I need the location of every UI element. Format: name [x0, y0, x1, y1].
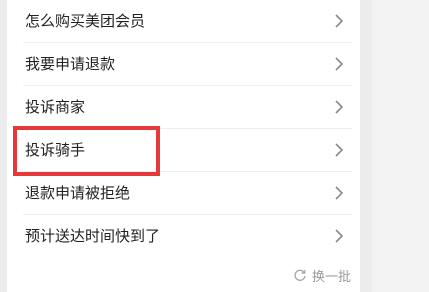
- faq-item-delivery-time-soon[interactable]: 预计送达时间快到了: [7, 215, 360, 258]
- chevron-right-icon: [335, 57, 344, 71]
- faq-item-label: 预计送达时间快到了: [25, 227, 161, 245]
- chevron-right-icon: [335, 186, 344, 200]
- faq-item-label: 投诉商家: [25, 98, 86, 116]
- chevron-right-icon: [335, 100, 344, 114]
- chevron-right-icon: [335, 143, 344, 157]
- refresh-button[interactable]: 换一批: [293, 265, 351, 285]
- faq-item-label: 我要申请退款: [25, 55, 116, 73]
- faq-item-request-refund[interactable]: 我要申请退款: [7, 43, 360, 86]
- faq-item-label: 怎么购买美团会员: [25, 12, 146, 30]
- faq-item-buy-membership[interactable]: 怎么购买美团会员: [7, 0, 360, 43]
- chevron-right-icon: [335, 14, 344, 28]
- faq-item-label: 投诉骑手: [25, 141, 86, 159]
- right-background-strip: [372, 0, 429, 292]
- chevron-right-icon: [335, 229, 344, 243]
- refresh-label: 换一批: [312, 269, 352, 285]
- faq-item-label: 退款申请被拒绝: [25, 184, 131, 202]
- faq-list: 怎么购买美团会员 我要申请退款 投诉商家 投诉骑手 退款申请被拒绝 预计送达时间…: [7, 0, 360, 258]
- faq-item-refund-rejected[interactable]: 退款申请被拒绝: [7, 172, 360, 215]
- refresh-icon: [294, 269, 306, 281]
- faq-item-complain-merchant[interactable]: 投诉商家: [7, 86, 360, 129]
- faq-item-complain-rider[interactable]: 投诉骑手: [7, 129, 360, 172]
- faq-card: 怎么购买美团会员 我要申请退款 投诉商家 投诉骑手 退款申请被拒绝 预计送达时间…: [7, 0, 360, 292]
